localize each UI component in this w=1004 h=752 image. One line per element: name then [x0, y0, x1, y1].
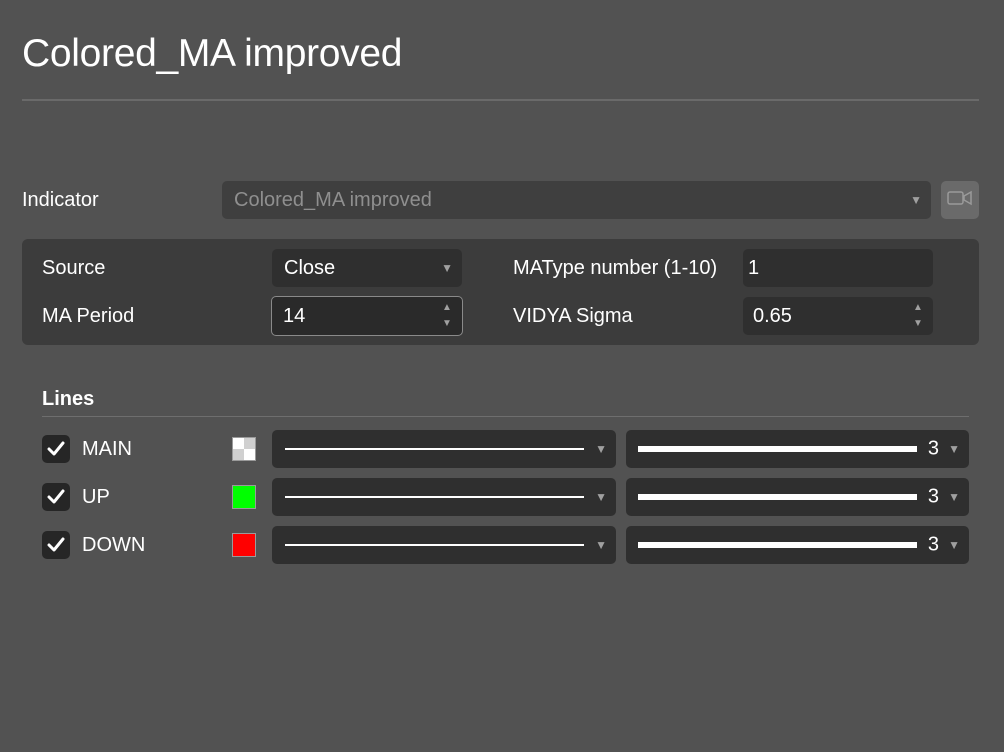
main-line-color-swatch[interactable] [232, 437, 256, 461]
source-select[interactable]: Close ▼ [272, 249, 462, 287]
chevron-down-icon: ▼ [595, 538, 607, 552]
matype-label: MAType number (1-10) [513, 257, 718, 279]
up-line-label: UP [82, 486, 110, 508]
down-line-width-select[interactable]: 3 ▼ [626, 526, 969, 564]
ma-period-stepper[interactable]: 14 ▲ ▼ [271, 296, 463, 336]
ma-period-label: MA Period [42, 305, 135, 327]
down-line-color-swatch[interactable] [232, 533, 256, 557]
line-width-preview [638, 446, 917, 452]
matype-input-value: 1 [748, 256, 760, 279]
line-style-preview [285, 496, 584, 498]
indicator-label: Indicator [22, 189, 99, 211]
vidya-sigma-stepper[interactable]: 0.65 ▲ ▼ [743, 297, 933, 335]
lines-divider [42, 416, 969, 417]
title-divider [22, 99, 979, 101]
line-width-preview [638, 494, 917, 500]
video-camera-button[interactable] [941, 181, 979, 219]
line-style-preview [285, 544, 584, 546]
up-line-width-select[interactable]: 3 ▼ [626, 478, 969, 516]
checker-icon [233, 438, 255, 460]
down-line-style-select[interactable]: ▼ [272, 526, 616, 564]
chevron-down-icon: ▼ [441, 261, 453, 275]
checkmark-icon [47, 537, 65, 552]
up-line-width-value: 3 [927, 485, 939, 508]
main-line-checkbox[interactable] [42, 435, 70, 463]
matype-input[interactable]: 1 [743, 249, 933, 287]
down-line-label: DOWN [82, 534, 146, 556]
down-line-width-value: 3 [927, 533, 939, 556]
source-select-value: Close [284, 256, 336, 279]
main-line-width-select[interactable]: 3 ▼ [626, 430, 969, 468]
dialog-title: Colored_MA improved [22, 32, 403, 75]
checkmark-icon [47, 489, 65, 504]
video-camera-icon [947, 190, 973, 211]
down-line-checkbox[interactable] [42, 531, 70, 559]
main-line-label: MAIN [82, 438, 132, 460]
line-width-preview [638, 542, 917, 548]
main-line-style-select[interactable]: ▼ [272, 430, 616, 468]
chevron-down-icon: ▼ [910, 193, 922, 207]
source-label: Source [42, 257, 106, 279]
chevron-down-icon: ▼ [948, 490, 960, 504]
lines-section-title: Lines [42, 388, 95, 410]
checkmark-icon [47, 441, 65, 456]
line-style-preview [285, 448, 584, 450]
vidya-sigma-label: VIDYA Sigma [513, 305, 633, 327]
spin-arrows-icon[interactable]: ▲ ▼ [911, 301, 925, 331]
chevron-down-icon: ▼ [948, 442, 960, 456]
up-line-style-select[interactable]: ▼ [272, 478, 616, 516]
vidya-sigma-value: 0.65 [753, 304, 792, 327]
main-line-width-value: 3 [927, 437, 939, 460]
chevron-down-icon: ▼ [595, 490, 607, 504]
indicator-select-value: Colored_MA improved [234, 188, 432, 211]
chevron-down-icon: ▼ [595, 442, 607, 456]
up-line-color-swatch[interactable] [232, 485, 256, 509]
spin-arrows-icon[interactable]: ▲ ▼ [440, 301, 454, 331]
ma-period-value: 14 [283, 304, 306, 327]
indicator-select[interactable]: Colored_MA improved ▼ [222, 181, 931, 219]
chevron-down-icon: ▼ [948, 538, 960, 552]
up-line-checkbox[interactable] [42, 483, 70, 511]
